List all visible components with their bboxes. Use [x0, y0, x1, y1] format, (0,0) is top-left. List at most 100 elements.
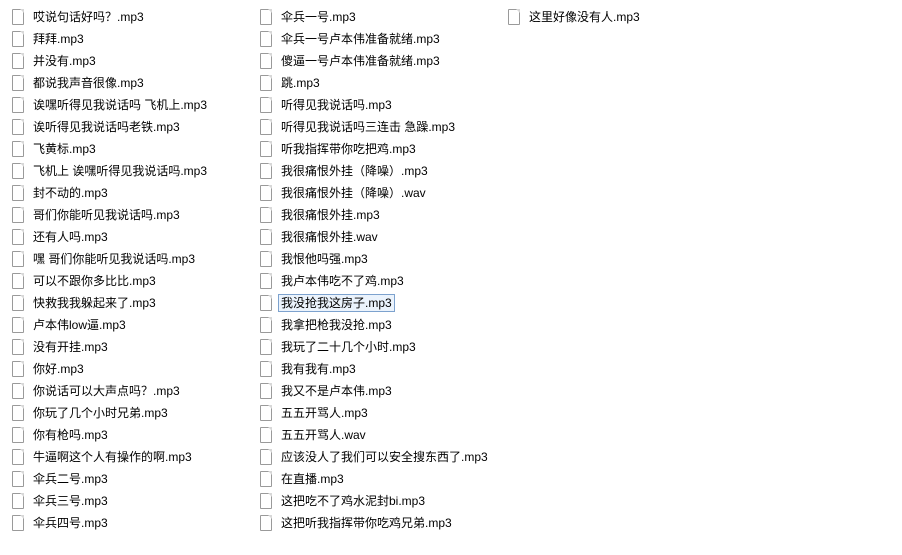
file-item[interactable]: 快救我我躲起来了.mp3	[8, 292, 256, 314]
file-item[interactable]: 可以不跟你多比比.mp3	[8, 270, 256, 292]
file-item[interactable]: 听我指挥带你吃把鸡.mp3	[256, 138, 504, 160]
file-item[interactable]: 我很痛恨外挂.mp3	[256, 204, 504, 226]
file-label: 我很痛恨外挂.mp3	[278, 206, 383, 224]
file-label: 我拿把枪我没抢.mp3	[278, 316, 395, 334]
file-item[interactable]: 你玩了几个小时兄弟.mp3	[8, 402, 256, 424]
file-label: 飞黄标.mp3	[30, 140, 99, 158]
file-icon	[258, 361, 274, 377]
file-item[interactable]: 傻逼一号卢本伟准备就绪.mp3	[256, 50, 504, 72]
file-label: 封不动的.mp3	[30, 184, 111, 202]
file-label: 伞兵一号.mp3	[278, 8, 359, 26]
file-item[interactable]: 这把吃不了鸡水泥封bi.mp3	[256, 490, 504, 512]
file-item[interactable]: 还有人吗.mp3	[8, 226, 256, 248]
file-item[interactable]: 这里好像没有人.mp3	[504, 6, 752, 28]
file-label: 都说我声音很像.mp3	[30, 74, 147, 92]
file-label: 我又不是卢本伟.mp3	[278, 382, 395, 400]
file-label: 伞兵二号.mp3	[30, 470, 111, 488]
file-label: 听我指挥带你吃把鸡.mp3	[278, 140, 419, 158]
file-item[interactable]: 听得见我说话吗三连击 急躁.mp3	[256, 116, 504, 138]
file-item[interactable]: 我很痛恨外挂（降噪）.wav	[256, 182, 504, 204]
file-label: 五五开骂人.wav	[278, 426, 369, 444]
file-icon	[10, 9, 26, 25]
file-item[interactable]: 伞兵一号卢本伟准备就绪.mp3	[256, 28, 504, 50]
file-icon	[10, 163, 26, 179]
file-label: 我卢本伟吃不了鸡.mp3	[278, 272, 407, 290]
file-item[interactable]: 听得见我说话吗.mp3	[256, 94, 504, 116]
file-icon	[258, 251, 274, 267]
file-label: 还有人吗.mp3	[30, 228, 111, 246]
file-item[interactable]: 你说话可以大声点吗？.mp3	[8, 380, 256, 402]
file-item[interactable]: 我很痛恨外挂.wav	[256, 226, 504, 248]
file-label: 没有开挂.mp3	[30, 338, 111, 356]
file-icon	[10, 471, 26, 487]
file-icon	[10, 515, 26, 531]
file-label: 听得见我说话吗.mp3	[278, 96, 395, 114]
file-item[interactable]: 我有我有.mp3	[256, 358, 504, 380]
file-item[interactable]: 伞兵四号.mp3	[8, 512, 256, 534]
file-item[interactable]: 跳.mp3	[256, 72, 504, 94]
file-label: 我很痛恨外挂（降噪）.wav	[278, 184, 429, 202]
file-item[interactable]: 飞机上 诶嘿听得见我说话吗.mp3	[8, 160, 256, 182]
file-label: 快救我我躲起来了.mp3	[30, 294, 159, 312]
file-item[interactable]: 你好.mp3	[8, 358, 256, 380]
file-label: 诶听得见我说话吗老铁.mp3	[30, 118, 183, 136]
file-item[interactable]: 这把听我指挥带你吃鸡兄弟.mp3	[256, 512, 504, 534]
file-label: 伞兵一号卢本伟准备就绪.mp3	[278, 30, 443, 48]
file-item[interactable]: 我恨他吗强.mp3	[256, 248, 504, 270]
file-label: 我很痛恨外挂.wav	[278, 228, 381, 246]
file-item[interactable]: 伞兵三号.mp3	[8, 490, 256, 512]
file-icon	[10, 31, 26, 47]
file-item[interactable]: 我没抢我这房子.mp3	[256, 292, 504, 314]
file-item[interactable]: 应该没人了我们可以安全搜东西了.mp3	[256, 446, 504, 468]
file-item[interactable]: 卢本伟low逼.mp3	[8, 314, 256, 336]
file-label: 伞兵四号.mp3	[30, 514, 111, 532]
file-item[interactable]: 五五开骂人.wav	[256, 424, 504, 446]
file-label: 我恨他吗强.mp3	[278, 250, 371, 268]
file-icon	[258, 9, 274, 25]
file-item[interactable]: 我很痛恨外挂（降噪）.mp3	[256, 160, 504, 182]
file-item[interactable]: 伞兵一号.mp3	[256, 6, 504, 28]
file-icon	[10, 383, 26, 399]
file-item[interactable]: 诶嘿听得见我说话吗 飞机上.mp3	[8, 94, 256, 116]
file-item[interactable]: 都说我声音很像.mp3	[8, 72, 256, 94]
file-icon	[10, 427, 26, 443]
file-item[interactable]: 牛逼啊这个人有操作的啊.mp3	[8, 446, 256, 468]
file-icon	[10, 493, 26, 509]
file-item[interactable]: 哎说句话好吗？.mp3	[8, 6, 256, 28]
file-label: 这把听我指挥带你吃鸡兄弟.mp3	[278, 514, 455, 532]
file-icon	[258, 471, 274, 487]
file-item[interactable]: 你有枪吗.mp3	[8, 424, 256, 446]
file-item[interactable]: 封不动的.mp3	[8, 182, 256, 204]
file-label: 五五开骂人.mp3	[278, 404, 371, 422]
file-label: 我有我有.mp3	[278, 360, 359, 378]
file-item[interactable]: 伞兵二号.mp3	[8, 468, 256, 490]
file-label: 我没抢我这房子.mp3	[278, 294, 395, 312]
file-item[interactable]: 没有开挂.mp3	[8, 336, 256, 358]
file-item[interactable]: 在直播.mp3	[256, 468, 504, 490]
file-item[interactable]: 哥们你能听见我说话吗.mp3	[8, 204, 256, 226]
file-label: 并没有.mp3	[30, 52, 99, 70]
file-item[interactable]: 嘿 哥们你能听见我说话吗.mp3	[8, 248, 256, 270]
file-item[interactable]: 拜拜.mp3	[8, 28, 256, 50]
file-label: 你好.mp3	[30, 360, 87, 378]
file-icon	[10, 119, 26, 135]
file-icon	[258, 185, 274, 201]
file-item[interactable]: 诶听得见我说话吗老铁.mp3	[8, 116, 256, 138]
file-icon	[258, 317, 274, 333]
file-item[interactable]: 飞黄标.mp3	[8, 138, 256, 160]
file-item[interactable]: 我又不是卢本伟.mp3	[256, 380, 504, 402]
file-icon	[258, 339, 274, 355]
file-label: 我玩了二十几个小时.mp3	[278, 338, 419, 356]
file-icon	[10, 53, 26, 69]
file-icon	[10, 449, 26, 465]
file-icon	[10, 317, 26, 333]
file-icon	[10, 75, 26, 91]
file-item[interactable]: 我玩了二十几个小时.mp3	[256, 336, 504, 358]
file-item[interactable]: 我卢本伟吃不了鸡.mp3	[256, 270, 504, 292]
file-item[interactable]: 五五开骂人.mp3	[256, 402, 504, 424]
file-icon	[258, 75, 274, 91]
file-item[interactable]: 我拿把枪我没抢.mp3	[256, 314, 504, 336]
file-icon	[10, 273, 26, 289]
file-label: 应该没人了我们可以安全搜东西了.mp3	[278, 448, 491, 466]
file-item[interactable]: 并没有.mp3	[8, 50, 256, 72]
